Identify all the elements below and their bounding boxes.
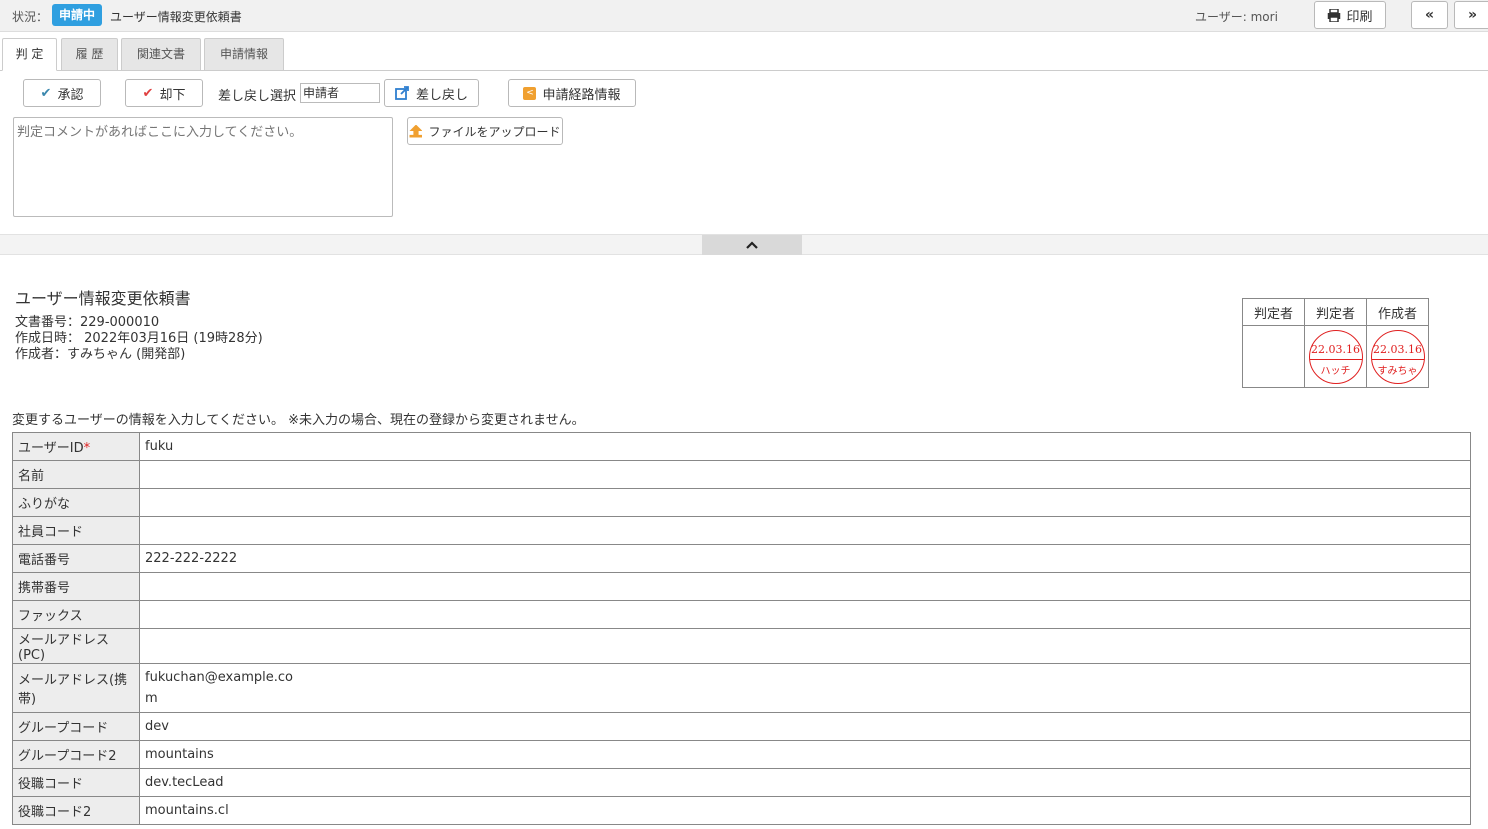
route-info-button[interactable]: < 申請経路情報 — [508, 79, 636, 107]
table-row: 役職コード dev.tecLead — [12, 768, 1471, 797]
field-value — [139, 488, 1471, 517]
comment-input[interactable] — [13, 117, 393, 217]
field-value: mountains — [139, 740, 1471, 769]
printer-icon — [1328, 8, 1341, 22]
checkmark-icon: ✔ — [40, 85, 52, 101]
top-bar: 状況： 申請中 ユーザー情報変更依頼書 ユーザー: mori 印刷 « » — [0, 0, 1488, 32]
author: 作成者：すみちゃん (開発部) — [15, 347, 186, 362]
collapse-bar — [0, 234, 1488, 255]
approval-stamp-table: 判定者 判定者 作成者 22.03.16 ハッチ 22.03.16 すみちゃ — [1242, 298, 1429, 388]
previous-document-button[interactable]: « — [1411, 1, 1448, 29]
field-value — [139, 600, 1471, 629]
table-row: メールアドレス(携帯) fukuchan@example.co m — [12, 663, 1471, 713]
table-row: 携帯番号 — [12, 572, 1471, 601]
double-chevron-left-icon: « — [1424, 7, 1435, 23]
next-document-button[interactable]: » — [1454, 1, 1488, 29]
reject-button[interactable]: ✔ 却下 — [125, 79, 203, 107]
field-label: メールアドレス(PC) — [12, 628, 140, 664]
field-label: ファックス — [12, 600, 140, 629]
share-icon — [395, 86, 409, 100]
upload-file-button[interactable]: ファイルをアップロード — [407, 117, 563, 145]
upload-icon — [409, 124, 423, 138]
double-chevron-right-icon: » — [1467, 7, 1478, 23]
table-row: グループコード dev — [12, 712, 1471, 741]
stamp-cell: 22.03.16 すみちゃ — [1366, 325, 1429, 388]
approval-stamp: 22.03.16 ハッチ — [1308, 329, 1363, 384]
sendback-button[interactable]: 差し戻し — [384, 79, 479, 107]
table-row: ふりがな — [12, 488, 1471, 517]
field-value — [139, 460, 1471, 489]
table-row: 社員コード — [12, 516, 1471, 545]
document-heading: ユーザー情報変更依頼書 — [15, 289, 191, 308]
field-value: dev — [139, 712, 1471, 741]
field-label: 役職コード — [12, 768, 140, 797]
required-mark: * — [83, 441, 91, 456]
tab-application-info[interactable]: 申請情報 — [204, 38, 284, 71]
stamp-name: ハッチ — [1320, 365, 1351, 377]
table-row: グループコード2 mountains — [12, 740, 1471, 769]
field-label: 名前 — [12, 460, 140, 489]
approve-button[interactable]: ✔ 承認 — [23, 79, 101, 107]
stamp-header: 作成者 — [1366, 298, 1429, 326]
print-button[interactable]: 印刷 — [1314, 1, 1386, 29]
status-label: 状況： — [12, 10, 49, 24]
stamp-cell: 22.03.16 ハッチ — [1304, 325, 1367, 388]
sendback-label: 差し戻し — [415, 87, 468, 103]
field-value: fuku — [139, 432, 1471, 461]
field-label: グループコード2 — [12, 740, 140, 769]
checkmark-icon: ✔ — [142, 85, 154, 101]
stamp-header: 判定者 — [1242, 298, 1305, 326]
user-label: ユーザー: mori — [1195, 10, 1278, 24]
tab-history[interactable]: 履 歴 — [61, 38, 118, 71]
tab-bar: 判 定 履 歴 関連文書 申請情報 — [0, 38, 1488, 71]
table-row: メールアドレス(PC) — [12, 628, 1471, 664]
table-row: ユーザーID* fuku — [12, 432, 1471, 461]
field-label: 役職コード2 — [12, 796, 140, 825]
share-route-icon: < — [523, 86, 537, 100]
chevron-up-icon — [746, 241, 758, 249]
upload-label: ファイルをアップロード — [428, 124, 561, 139]
field-label: グループコード — [12, 712, 140, 741]
stamp-date: 22.03.16 — [1311, 342, 1360, 356]
approve-label: 承認 — [57, 87, 84, 103]
field-value: 222-222-2222 — [139, 544, 1471, 573]
instruction-text: 変更するユーザーの情報を入力してください。 ※未入力の場合、現在の登録から変更さ… — [12, 413, 585, 428]
sendback-target-select[interactable]: 申請者 — [300, 83, 380, 103]
field-value: dev.tecLead — [139, 768, 1471, 797]
print-label: 印刷 — [1346, 9, 1373, 25]
reject-label: 却下 — [159, 87, 186, 103]
table-row: 役職コード2 mountains.cl — [12, 796, 1471, 825]
field-value: mountains.cl — [139, 796, 1471, 825]
user-info-table: ユーザーID* fuku 名前 ふりがな 社員コード 電話番号 222-222-… — [12, 432, 1471, 825]
table-row: ファックス — [12, 600, 1471, 629]
document-title: ユーザー情報変更依頼書 — [110, 10, 242, 24]
field-label: メールアドレス(携帯) — [12, 663, 140, 713]
stamp-name: すみちゃ — [1377, 365, 1418, 377]
sendback-select-label: 差し戻し選択 — [218, 89, 297, 104]
field-label: 電話番号 — [12, 544, 140, 573]
field-value: fukuchan@example.co m — [139, 663, 1471, 713]
stamp-header: 判定者 — [1304, 298, 1367, 326]
route-info-label: 申請経路情報 — [542, 87, 621, 103]
table-row: 電話番号 222-222-2222 — [12, 544, 1471, 573]
collapse-button[interactable] — [702, 235, 802, 255]
field-label: ユーザーID* — [12, 432, 140, 461]
field-label: 社員コード — [12, 516, 140, 545]
author-stamp: 22.03.16 すみちゃ — [1370, 329, 1425, 384]
stamp-date: 22.03.16 — [1373, 342, 1422, 356]
table-row: 名前 — [12, 460, 1471, 489]
field-label: ふりがな — [12, 488, 140, 517]
field-label: 携帯番号 — [12, 572, 140, 601]
tab-related-documents[interactable]: 関連文書 — [121, 38, 201, 71]
field-value — [139, 572, 1471, 601]
status-badge: 申請中 — [52, 4, 103, 26]
stamp-cell-empty — [1242, 325, 1305, 388]
tab-judgement[interactable]: 判 定 — [2, 38, 57, 71]
field-value — [139, 516, 1471, 545]
field-value — [139, 628, 1471, 664]
